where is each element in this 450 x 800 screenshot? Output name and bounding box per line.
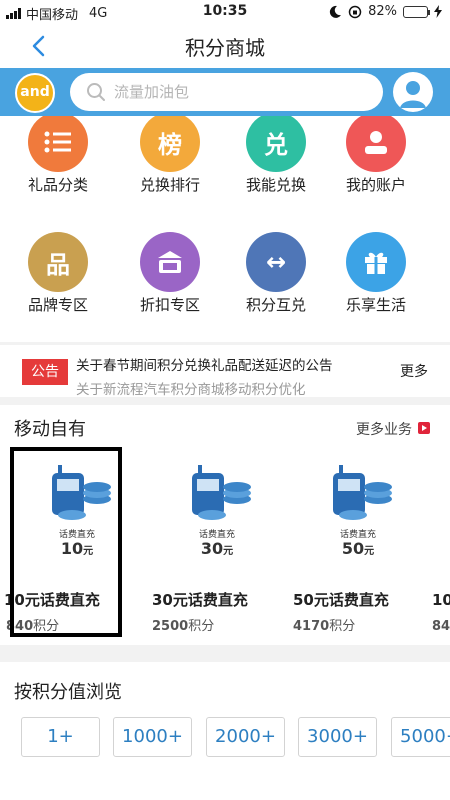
announcement-badge: 公告 <box>22 359 68 385</box>
points-range-chip[interactable]: 2000+ <box>206 717 285 757</box>
category-label: 乐享生活 <box>345 296 406 314</box>
section-title: 按积分值浏览 <box>14 682 122 703</box>
product-amount: 50元 <box>341 539 375 558</box>
category-brand-zone[interactable]: 品 品牌专区 <box>8 232 108 322</box>
product-name: 30元话费直充 <box>152 591 248 609</box>
points-range-chip[interactable]: 1+ <box>21 717 100 757</box>
section-title: 移动自有 <box>14 419 86 440</box>
product-card[interactable]: 话费直充 50元 50元话费直充 4170积分 <box>293 457 423 637</box>
phone-coins-icon <box>333 465 392 520</box>
ranking-icon: 榜 <box>140 116 200 172</box>
brand-icon: 品 <box>28 232 88 292</box>
category-label: 兑换排行 <box>139 176 200 194</box>
discount-icon <box>140 232 200 292</box>
category-ranking[interactable]: 榜 兑换排行 <box>120 116 220 202</box>
owned-products-section: 移动自有 更多业务 话费直充 10元 10元话费直充 840积分 话费直充 30… <box>0 405 450 645</box>
gift-icon <box>346 232 406 292</box>
exchange-icon: 兑 <box>246 116 306 172</box>
search-input[interactable] <box>70 73 383 111</box>
product-card[interactable]: 话费直充 30元 30元话费直充 2500积分 <box>152 457 282 637</box>
announcement-more-link[interactable]: 更多 <box>400 361 428 381</box>
product-points: 2500积分 <box>152 619 215 634</box>
selection-highlight-box <box>10 447 122 637</box>
announcement-bar[interactable]: 公告 关于春节期间积分兑换礼品配送延迟的公告 关于新流程汽车积分商城移动积分优化… <box>0 345 450 397</box>
battery-icon <box>403 5 430 18</box>
points-range-chip[interactable]: 3000+ <box>298 717 377 757</box>
category-can-exchange[interactable]: 兑 我能兑换 <box>226 116 326 202</box>
category-my-account[interactable]: 我的账户 <box>326 116 426 202</box>
category-grid: 礼品分类 榜 兑换排行 兑 我能兑换 我的账户 品 品牌专区 折扣专区 ↔ 积分… <box>0 116 450 342</box>
search-header: and <box>0 68 450 116</box>
navigation-bar: 积分商城 <box>0 24 450 68</box>
user-avatar[interactable] <box>393 72 433 112</box>
battery-percent: 82% <box>368 4 397 19</box>
category-label: 我能兑换 <box>245 176 306 194</box>
app-logo[interactable]: and <box>15 73 55 113</box>
category-label: 品牌专区 <box>27 296 88 314</box>
points-range-chip[interactable]: 5000+ <box>391 717 450 757</box>
category-label: 折扣专区 <box>139 296 200 314</box>
product-amount: 30元 <box>200 539 234 558</box>
search-icon <box>87 83 105 101</box>
product-name: 100元话费直充 <box>432 591 450 609</box>
page-title: 积分商城 <box>185 36 265 60</box>
category-label: 我的账户 <box>345 176 406 194</box>
announcement-text-next: 关于新流程汽车积分商城移动积分优化 <box>76 382 306 397</box>
phone-coins-icon <box>192 465 251 520</box>
product-card[interactable]: 100元话费直充 8400积分 <box>432 457 450 637</box>
moon-icon <box>329 5 342 18</box>
more-business-link[interactable]: 更多业务 <box>356 419 412 439</box>
announcement-text[interactable]: 关于春节期间积分兑换礼品配送延迟的公告 <box>76 354 376 374</box>
list-icon <box>28 116 88 172</box>
orientation-lock-icon <box>348 5 362 18</box>
product-points: 8400积分 <box>432 619 450 634</box>
arrow-right-icon[interactable] <box>418 422 430 434</box>
points-range-chip[interactable]: 1000+ <box>113 717 192 757</box>
product-points: 4170积分 <box>293 619 356 634</box>
category-gift-classification[interactable]: 礼品分类 <box>8 116 108 202</box>
charging-icon <box>434 5 442 18</box>
category-points-swap[interactable]: ↔ 积分互兑 <box>226 232 326 322</box>
category-label: 积分互兑 <box>245 296 306 314</box>
product-name: 50元话费直充 <box>293 591 389 609</box>
browse-by-points-section: 按积分值浏览 1+ 1000+ 2000+ 3000+ 5000+ <box>0 662 450 800</box>
category-label: 礼品分类 <box>27 176 88 194</box>
account-icon <box>346 116 406 172</box>
category-enjoy-life[interactable]: 乐享生活 <box>326 232 426 322</box>
category-discount-zone[interactable]: 折扣专区 <box>120 232 220 322</box>
swap-arrows-icon: ↔ <box>246 232 306 292</box>
status-bar: 中国移动 4G 10:35 82% <box>0 0 450 24</box>
